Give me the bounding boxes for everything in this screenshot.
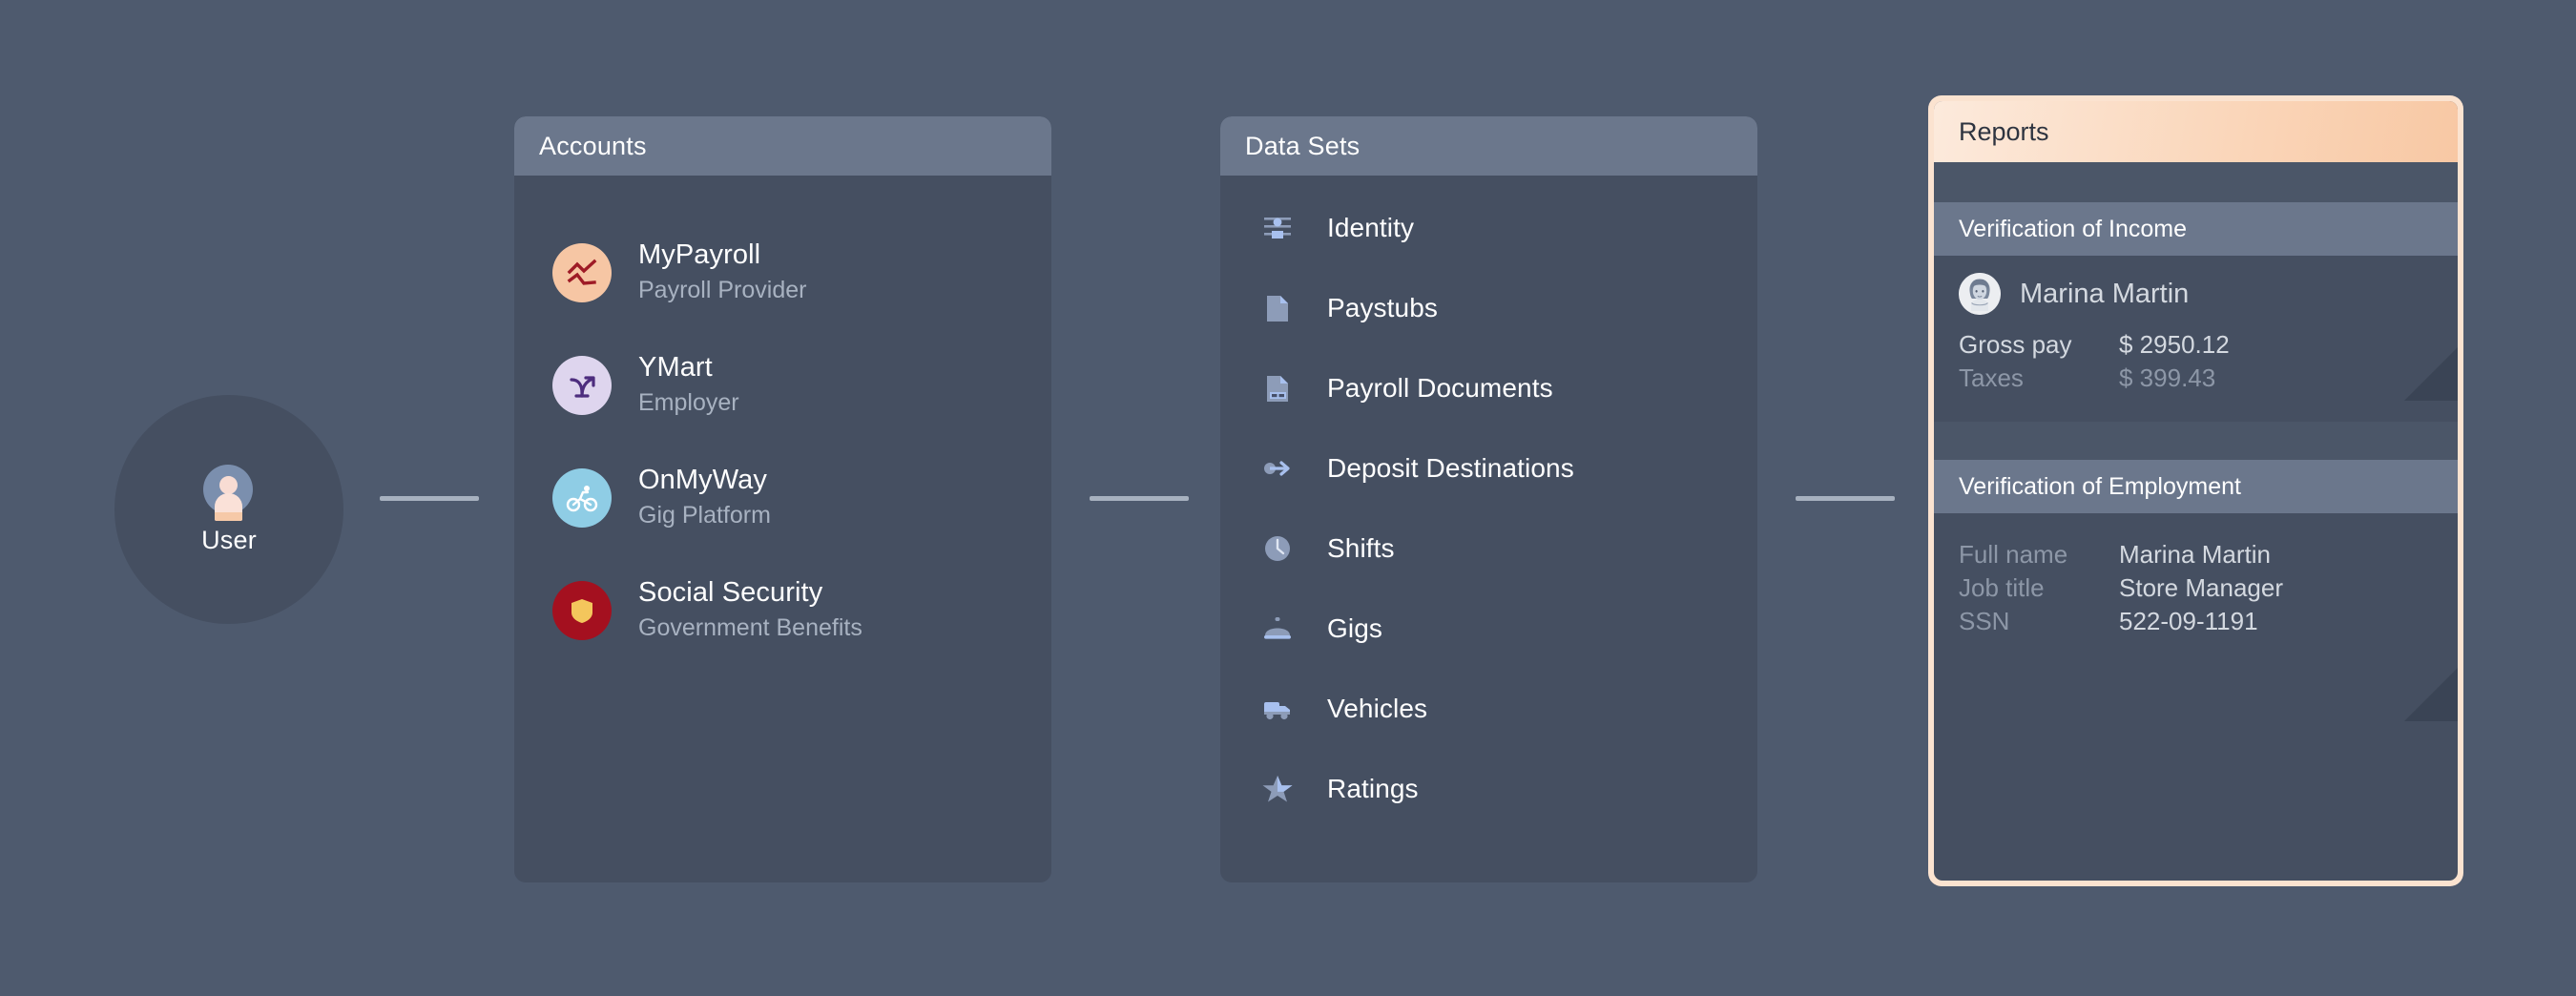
connector-user-to-accounts xyxy=(380,496,479,501)
dataset-row[interactable]: Vehicles xyxy=(1220,685,1757,732)
accounts-panel-title: Accounts xyxy=(539,132,647,161)
reports-mid-spacer xyxy=(1934,422,2458,460)
kv-row: SSN 522-09-1191 xyxy=(1959,607,2458,636)
account-subtitle: Payroll Provider xyxy=(638,275,806,306)
report-person: Marina Martin xyxy=(1934,256,2458,324)
arrow-right-dot-icon xyxy=(1258,449,1297,488)
dataset-label: Shifts xyxy=(1327,533,1395,564)
account-row[interactable]: MyPayroll Payroll Provider xyxy=(514,227,1051,319)
dataset-label: Deposit Destinations xyxy=(1327,453,1574,484)
report-person-name: Marina Martin xyxy=(2020,279,2189,310)
report-section-label: Verification of Income xyxy=(1959,216,2187,243)
dataset-row[interactable]: Shifts xyxy=(1220,525,1757,571)
kv-value: Marina Martin xyxy=(2119,540,2271,570)
datasets-panel: Data Sets Identity xyxy=(1220,116,1757,882)
account-name: OnMyWay xyxy=(638,465,771,497)
dataset-row[interactable]: Deposit Destinations xyxy=(1220,445,1757,491)
report-card-employment: Full name Marina Martin Job title Store … xyxy=(1934,513,2458,721)
payroll-document-icon xyxy=(1258,369,1297,407)
user-node[interactable]: User xyxy=(114,395,343,624)
report-section-title-income[interactable]: Verification of Income xyxy=(1934,202,2458,256)
account-row[interactable]: OnMyWay Gig Platform xyxy=(514,452,1051,544)
income-key-values: Gross pay $ 2950.12 Taxes $ 399.43 xyxy=(1934,324,2458,422)
dataset-row[interactable]: Identity xyxy=(1220,204,1757,251)
account-subtitle: Gig Platform xyxy=(638,500,771,531)
shield-icon xyxy=(552,581,612,640)
dataset-label: Vehicles xyxy=(1327,694,1427,724)
account-name: MyPayroll xyxy=(638,239,806,272)
dataset-label: Ratings xyxy=(1327,774,1419,804)
accounts-panel: Accounts MyPayroll Payroll Provider xyxy=(514,116,1051,882)
report-section-title-employment[interactable]: Verification of Employment xyxy=(1934,460,2458,513)
kv-value: $ 399.43 xyxy=(2119,363,2215,393)
service-bell-icon xyxy=(1258,610,1297,648)
dataset-label: Gigs xyxy=(1327,613,1382,644)
kv-row: Taxes $ 399.43 xyxy=(1959,363,2458,393)
person-photo-avatar xyxy=(1959,273,2001,315)
dataset-row[interactable]: Paystubs xyxy=(1220,284,1757,331)
datasets-panel-header: Data Sets xyxy=(1220,116,1757,176)
truck-icon xyxy=(1258,690,1297,728)
reports-panel: Reports Verification of Income xyxy=(1928,95,2463,886)
datasets-panel-title: Data Sets xyxy=(1245,132,1360,161)
connector-accounts-to-datasets xyxy=(1090,496,1189,501)
dataset-row[interactable]: Payroll Documents xyxy=(1220,364,1757,411)
dataset-label: Payroll Documents xyxy=(1327,373,1553,404)
accounts-panel-header: Accounts xyxy=(514,116,1051,176)
connector-datasets-to-reports xyxy=(1796,496,1895,501)
user-node-label: User xyxy=(201,526,257,555)
kv-row: Gross pay $ 2950.12 xyxy=(1959,330,2458,360)
account-row[interactable]: Social Security Government Benefits xyxy=(514,565,1051,656)
identity-person-lines-icon xyxy=(1258,209,1297,247)
document-icon xyxy=(1258,289,1297,327)
kv-key: Gross pay xyxy=(1959,330,2119,360)
dataset-label: Identity xyxy=(1327,213,1414,243)
star-icon xyxy=(1258,770,1297,808)
accounts-list: MyPayroll Payroll Provider YMart Emplo xyxy=(514,176,1051,656)
kv-value: 522-09-1191 xyxy=(2119,607,2258,636)
kv-key: Taxes xyxy=(1959,363,2119,393)
reports-panel-title: Reports xyxy=(1959,117,2049,147)
datasets-list: Identity Paystubs xyxy=(1220,176,1757,812)
account-name: Social Security xyxy=(638,577,862,610)
kv-row: Job title Store Manager xyxy=(1959,573,2458,603)
kv-value: Store Manager xyxy=(2119,573,2283,603)
dataset-row[interactable]: Ratings xyxy=(1220,765,1757,812)
y-arrow-icon xyxy=(552,356,612,415)
kv-row: Full name Marina Martin xyxy=(1959,540,2458,570)
account-subtitle: Employer xyxy=(638,387,739,419)
kv-key: Job title xyxy=(1959,573,2119,603)
employment-key-values: Full name Marina Martin Job title Store … xyxy=(1934,534,2458,665)
report-section-label: Verification of Employment xyxy=(1959,473,2241,501)
account-row[interactable]: YMart Employer xyxy=(514,340,1051,431)
zigzag-chart-icon xyxy=(552,243,612,302)
diagram-canvas: User Accounts MyPayroll Payroll Provider xyxy=(0,0,2576,996)
account-name: YMart xyxy=(638,352,739,384)
kv-key: SSN xyxy=(1959,607,2119,636)
clock-icon xyxy=(1258,529,1297,568)
account-subtitle: Government Benefits xyxy=(638,612,862,644)
dataset-row[interactable]: Gigs xyxy=(1220,605,1757,652)
kv-key: Full name xyxy=(1959,540,2119,570)
user-avatar-icon xyxy=(203,465,255,516)
cyclist-icon xyxy=(552,468,612,528)
kv-value: $ 2950.12 xyxy=(2119,330,2230,360)
reports-top-spacer xyxy=(1934,162,2458,202)
reports-panel-header: Reports xyxy=(1934,101,2458,162)
report-card-income: Marina Martin Gross pay $ 2950.12 Taxes … xyxy=(1934,256,2458,422)
card-fold-corner-icon xyxy=(2404,668,2458,721)
dataset-label: Paystubs xyxy=(1327,293,1438,323)
